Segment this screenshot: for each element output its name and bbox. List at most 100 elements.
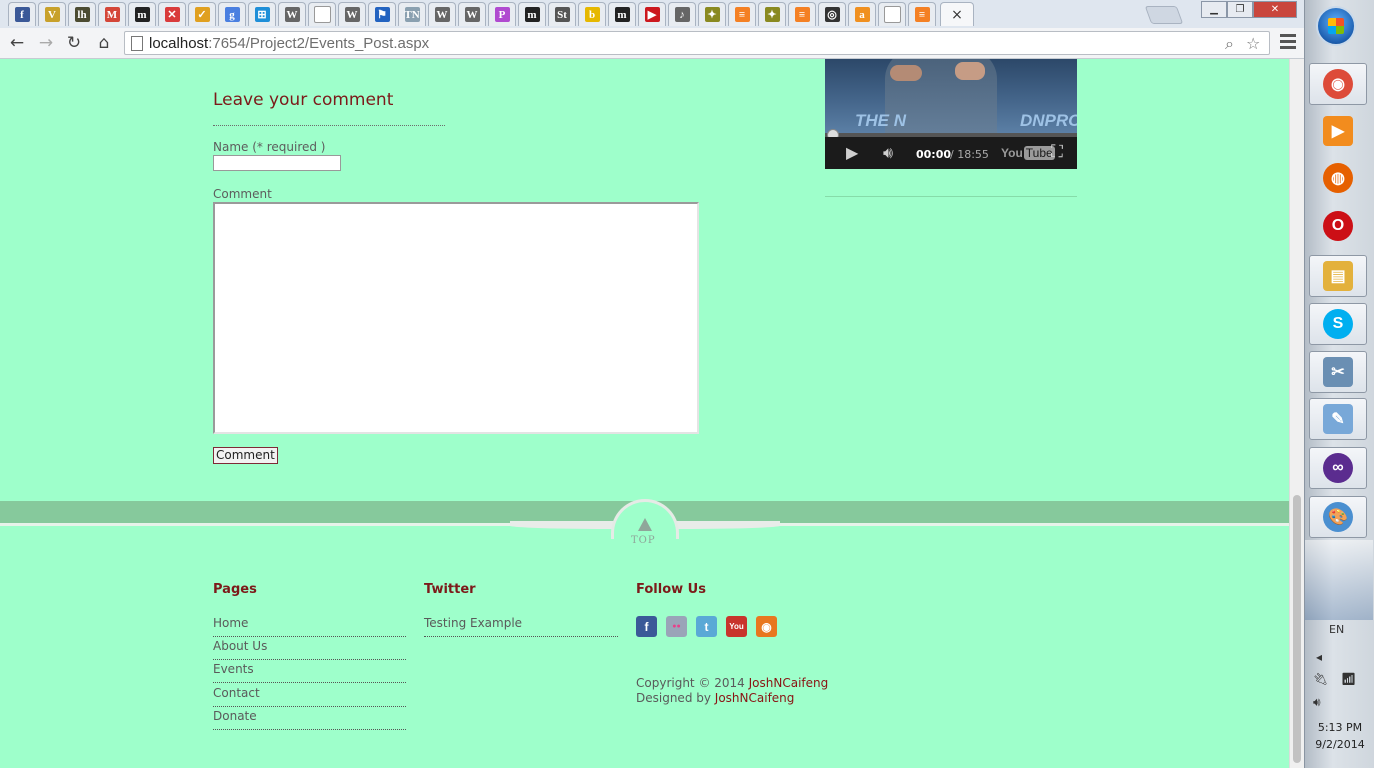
page-icon xyxy=(131,36,143,51)
video-total-time: / 18:55 xyxy=(950,148,989,161)
tab-google[interactable]: g xyxy=(218,2,246,26)
pages-heading: Pages xyxy=(213,582,257,597)
restore-button[interactable]: ❐ xyxy=(1227,1,1253,18)
taskbar-file-explorer[interactable]: ▤ xyxy=(1309,255,1367,297)
comment-submit-button[interactable]: Comment xyxy=(213,447,278,464)
tab-blank[interactable] xyxy=(308,2,336,26)
tab-stack-overflow[interactable]: ≡ xyxy=(908,2,936,26)
taskbar-opera[interactable]: O xyxy=(1309,205,1367,247)
footer-link-donate[interactable]: Donate xyxy=(213,709,257,723)
search-icon[interactable]: ⌕ xyxy=(1225,34,1234,54)
footer-link-events[interactable]: Events xyxy=(213,662,254,676)
copyright-author-link[interactable]: JoshNCaifeng xyxy=(749,676,829,690)
tab-facebook[interactable]: f xyxy=(8,2,36,26)
tab-check-site[interactable]: ✓ xyxy=(188,2,216,26)
url-host: localhost xyxy=(149,35,209,52)
video-player[interactable]: THE N DNPRO ▶ 🔊︎ 00:00 / 18:55 You Tube ⛶ xyxy=(825,59,1077,169)
tab-flag-site[interactable]: ⚑ xyxy=(368,2,396,26)
tab-badge-site[interactable]: ✦ xyxy=(758,2,786,26)
twitter-icon[interactable]: t xyxy=(696,616,717,637)
tab-m-site[interactable]: m xyxy=(518,2,546,26)
tab-pin-site[interactable]: P xyxy=(488,2,516,26)
firefox-icon: ◍ xyxy=(1323,163,1353,193)
reload-icon[interactable]: ↻ xyxy=(63,33,85,53)
comment-textarea[interactable] xyxy=(213,202,699,434)
tab-bing[interactable]: b xyxy=(578,2,606,26)
tab-v-site[interactable]: V xyxy=(38,2,66,26)
taskbar-tools[interactable]: ✂ xyxy=(1309,351,1367,393)
notepad-icon: ✎ xyxy=(1323,404,1353,434)
taskbar-notepad[interactable]: ✎ xyxy=(1309,398,1367,440)
tab-wikipedia[interactable]: W xyxy=(278,2,306,26)
url-text[interactable]: localhost:7654/Project2/Events_Post.aspx xyxy=(149,35,429,52)
rss-icon[interactable]: ◉ xyxy=(756,616,777,637)
tab-stack-overflow[interactable]: ≡ xyxy=(788,2,816,26)
menu-icon[interactable] xyxy=(1280,34,1296,50)
tab-badge-site[interactable]: ✦ xyxy=(698,2,726,26)
footer-link-about-us[interactable]: About Us xyxy=(213,639,267,653)
tab-windows[interactable]: ⊞ xyxy=(248,2,276,26)
taskbar-skype[interactable]: S xyxy=(1309,303,1367,345)
youtube-logo[interactable]: You Tube xyxy=(1001,146,1055,160)
back-icon[interactable]: ← xyxy=(6,33,28,53)
taskbar-chrome[interactable]: ◉ xyxy=(1309,63,1367,105)
up-arrow-icon[interactable] xyxy=(638,518,652,531)
facebook-icon[interactable]: f xyxy=(636,616,657,637)
youtube-icon: ▶ xyxy=(644,7,660,22)
designer-link[interactable]: JoshNCaifeng xyxy=(715,691,795,705)
tab-lh-site[interactable]: lh xyxy=(68,2,96,26)
page-scrollbar[interactable] xyxy=(1289,59,1304,768)
tab-m-site[interactable]: m xyxy=(608,2,636,26)
footer-link-home[interactable]: Home xyxy=(213,616,248,630)
window-close-button[interactable]: ✕ xyxy=(1253,1,1297,18)
flickr-icon[interactable]: ●● xyxy=(666,616,687,637)
tab-active[interactable]: × xyxy=(940,2,974,26)
taskbar-media-player[interactable]: ▶ xyxy=(1309,110,1367,152)
taskbar-paint[interactable]: 🎨 xyxy=(1309,496,1367,538)
tab-youtube[interactable]: ▶ xyxy=(638,2,666,26)
stack-overflow-icon: ≡ xyxy=(734,7,750,22)
tab-circle-site[interactable]: ◎ xyxy=(818,2,846,26)
taskbar-visual-studio[interactable]: ∞ xyxy=(1309,447,1367,489)
tab-m-site[interactable]: m xyxy=(128,2,156,26)
system-clock[interactable]: 5:13 PM 9/2/2014 xyxy=(1311,719,1369,753)
footer-link-contact[interactable]: Contact xyxy=(213,686,260,700)
tn-site-icon: TN xyxy=(404,7,420,22)
home-icon[interactable]: ⌂ xyxy=(93,33,115,53)
address-bar[interactable]: localhost:7654/Project2/Events_Post.aspx… xyxy=(124,31,1270,55)
tab-orange-site[interactable]: a xyxy=(848,2,876,26)
orange-site-icon: a xyxy=(854,7,870,22)
tab-close-icon[interactable]: × xyxy=(951,7,963,23)
taskbar-firefox[interactable]: ◍ xyxy=(1309,157,1367,199)
tab-x-site[interactable]: ✕ xyxy=(158,2,186,26)
new-tab-button[interactable] xyxy=(1144,6,1184,24)
power-icon[interactable]: 🔌︎ xyxy=(1313,672,1328,686)
forward-icon[interactable]: → xyxy=(35,33,57,53)
fullscreen-icon[interactable]: ⛶ xyxy=(1051,142,1063,162)
tab-wikipedia[interactable]: W xyxy=(428,2,456,26)
tab-wikipedia[interactable]: W xyxy=(458,2,486,26)
video-frame[interactable]: THE N DNPRO xyxy=(825,59,1077,139)
bookmark-star-icon[interactable]: ☆ xyxy=(1246,34,1260,53)
tab-stack-overflow[interactable]: ≡ xyxy=(728,2,756,26)
tab-gmail[interactable]: M xyxy=(98,2,126,26)
scrollbar-thumb[interactable] xyxy=(1293,495,1301,763)
minimize-button[interactable]: ▁ xyxy=(1201,1,1227,18)
language-indicator[interactable]: EN xyxy=(1329,623,1344,636)
twitter-item[interactable]: Testing Example xyxy=(424,616,522,630)
tab-audio-site[interactable]: ♪ xyxy=(668,2,696,26)
name-input[interactable] xyxy=(213,155,341,171)
volume-icon[interactable]: 🔊︎ xyxy=(883,143,893,163)
badge-site-icon: ✦ xyxy=(704,7,720,22)
tray-expand-icon[interactable]: ◂ xyxy=(1316,650,1322,664)
tab-wikipedia[interactable]: W xyxy=(338,2,366,26)
speaker-icon[interactable]: 🔊︎ xyxy=(1313,695,1321,710)
youtube-icon[interactable]: You xyxy=(726,616,747,637)
tab-tn-site[interactable]: TN xyxy=(398,2,426,26)
tab-st-site[interactable]: St xyxy=(548,2,576,26)
play-icon[interactable]: ▶ xyxy=(846,143,858,162)
start-button[interactable] xyxy=(1316,6,1356,46)
tab-blank[interactable] xyxy=(878,2,906,26)
network-icon[interactable]: 📶︎ xyxy=(1341,672,1356,686)
back-to-top-label[interactable]: TOP xyxy=(631,535,656,546)
